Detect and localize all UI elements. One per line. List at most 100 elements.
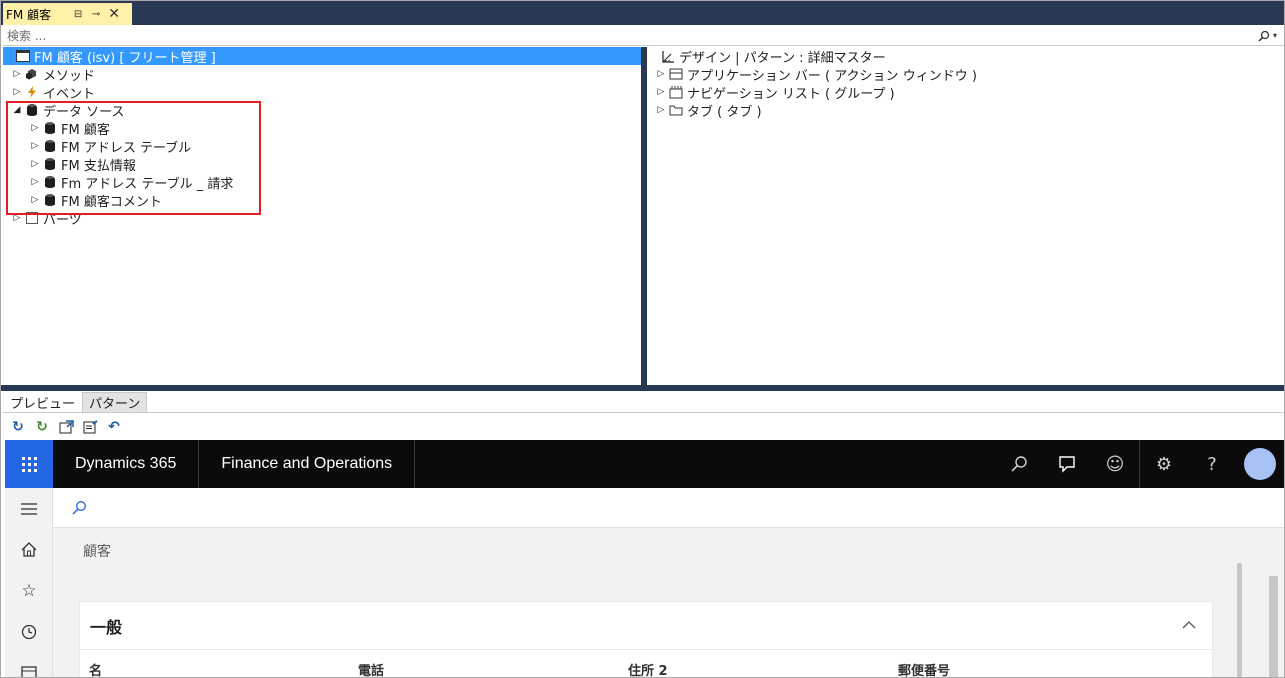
document-tab[interactable]: FM 顧客 ⊟ ⊸ ✕ — [3, 3, 132, 25]
collapse-icon[interactable]: ◢ — [11, 105, 23, 115]
expand-icon[interactable]: ▷ — [29, 159, 41, 169]
fasttab-title: 一般 — [90, 617, 123, 637]
tree-node-methods[interactable]: ▷ メソッド — [3, 65, 96, 84]
tree-node-parts[interactable]: ▷ パーツ — [3, 209, 82, 228]
expand-icon[interactable]: ▷ — [29, 195, 41, 205]
tab-preview[interactable]: プレビュー — [3, 392, 83, 412]
expand-icon[interactable]: ▷ — [655, 87, 667, 97]
autohide-icon[interactable]: ⊸ — [89, 9, 103, 20]
expand-icon[interactable]: ▷ — [11, 69, 23, 79]
avatar[interactable] — [1244, 448, 1276, 480]
tree-node-label: FM 顧客コメント — [61, 194, 162, 210]
parts-icon — [23, 211, 41, 225]
document-tab-title: FM 顧客 — [6, 7, 52, 22]
form-icon — [14, 49, 32, 63]
tree-root-design[interactable]: デザイン | パターン : 詳細マスター — [647, 47, 886, 66]
tree-root-label: FM 顧客 (isv) [ フリート管理 ] — [34, 50, 216, 66]
expand-icon[interactable]: ▷ — [11, 87, 23, 97]
refresh-green-icon[interactable]: ↻ — [33, 418, 51, 436]
pin-icon[interactable]: ⊟ — [71, 9, 85, 20]
field-label-phone: 電話 — [358, 664, 385, 678]
designer-window: FM 顧客 ⊟ ⊸ ✕ ▾ FM 顧客 (isv) [ フリート管理 ] ▷ メ… — [0, 0, 1285, 678]
fasttab-header[interactable]: 一般 — [80, 602, 1212, 650]
tree-node-label: FM 支払情報 — [61, 158, 136, 174]
open-window-icon[interactable] — [57, 418, 75, 436]
undo-icon[interactable]: ↶ — [105, 418, 123, 436]
star-icon[interactable]: ☆ — [5, 570, 53, 611]
database-icon — [41, 139, 59, 153]
tree-node-datasource[interactable]: ▷ FM 顧客コメント — [3, 191, 162, 210]
tree-node-datasource[interactable]: ▷ FM アドレス テーブル — [3, 137, 191, 156]
expand-icon[interactable]: ▷ — [655, 69, 667, 79]
module-title[interactable]: Finance and Operations — [199, 440, 416, 488]
action-pane-icon — [667, 67, 685, 81]
tree-node-action-pane[interactable]: ▷ アプリケーション バー ( アクション ウィンドウ ) — [647, 65, 977, 84]
d365-page: ☆ 顧客 一般 名 電話 住所 2 郵便番号 — [5, 488, 1284, 678]
folder-icon — [667, 103, 685, 117]
help-icon[interactable]: ? — [1188, 440, 1236, 488]
tab-pattern[interactable]: パターン — [82, 392, 148, 412]
tree-node-label: ナビゲーション リスト ( グループ ) — [687, 86, 895, 102]
chevron-up-icon[interactable] — [1182, 618, 1196, 633]
field-label-name: 名 — [89, 664, 103, 678]
document-tab-strip: FM 顧客 ⊟ ⊸ ✕ — [1, 1, 1284, 25]
lightning-icon — [23, 85, 41, 99]
methods-icon — [23, 67, 41, 81]
tree-node-datasource[interactable]: ▷ FM 支払情報 — [3, 155, 136, 174]
tree-root-label: デザイン | パターン : 詳細マスター — [679, 50, 886, 66]
chat-icon[interactable] — [1043, 440, 1091, 488]
preview-toolbar: ↻ ↻ ↶ — [3, 415, 1284, 439]
design-icon — [659, 49, 677, 63]
form-element-tree: FM 顧客 (isv) [ フリート管理 ] ▷ メソッド ▷ イベント ◢ デ… — [3, 47, 641, 385]
gear-icon[interactable]: ⚙ — [1140, 440, 1188, 488]
tree-search-input[interactable] — [3, 26, 1258, 45]
tree-node-label: FM 顧客 — [61, 122, 110, 138]
d365-left-nav: ☆ — [5, 488, 53, 677]
workspace-icon[interactable] — [5, 652, 53, 677]
tree-node-label: データ ソース — [43, 104, 125, 120]
scrollbar[interactable] — [1237, 563, 1242, 677]
database-icon — [23, 103, 41, 117]
search-icon[interactable]: ▾ — [1258, 30, 1284, 42]
expand-icon[interactable]: ▷ — [11, 213, 23, 223]
tree-node-events[interactable]: ▷ イベント — [3, 83, 95, 102]
smiley-icon[interactable]: ☺ — [1091, 440, 1139, 488]
field-label-address2: 住所 2 — [628, 664, 668, 678]
expand-icon[interactable]: ▷ — [29, 141, 41, 151]
database-icon — [41, 121, 59, 135]
hamburger-icon[interactable] — [5, 488, 53, 529]
expand-icon[interactable]: ▷ — [655, 105, 667, 115]
tree-node-label: メソッド — [43, 68, 96, 84]
database-icon — [41, 175, 59, 189]
tree-node-label: アプリケーション バー ( アクション ウィンドウ ) — [687, 68, 977, 84]
home-icon[interactable] — [5, 529, 53, 570]
search-icon[interactable] — [71, 500, 87, 516]
scrollbar[interactable] — [1269, 576, 1278, 677]
close-icon[interactable]: ✕ — [107, 6, 121, 22]
tree-node-tab[interactable]: ▷ タブ ( タブ ) — [647, 101, 762, 120]
tree-node-label: タブ ( タブ ) — [687, 104, 762, 120]
expand-icon[interactable]: ▷ — [29, 123, 41, 133]
fasttab-general: 一般 名 電話 住所 2 郵便番号 — [79, 601, 1213, 678]
page-search-bar[interactable] — [53, 488, 1284, 528]
tree-node-navigation-list[interactable]: ▷ ナビゲーション リスト ( グループ ) — [647, 83, 895, 102]
tree-root-form[interactable]: FM 顧客 (isv) [ フリート管理 ] — [3, 47, 641, 66]
brand-title[interactable]: Dynamics 365 — [53, 440, 200, 488]
database-icon — [41, 157, 59, 171]
export-icon[interactable] — [81, 418, 99, 436]
tree-node-datasource[interactable]: ▷ FM 顧客 — [3, 119, 110, 138]
search-icon[interactable] — [995, 440, 1043, 488]
tree-node-data-sources[interactable]: ◢ データ ソース — [3, 101, 125, 120]
horizontal-splitter[interactable] — [1, 385, 1284, 391]
refresh-icon[interactable]: ↻ — [9, 418, 27, 436]
expand-icon[interactable]: ▷ — [29, 177, 41, 187]
field-label-postal-code: 郵便番号 — [898, 664, 951, 678]
tree-search-bar: ▾ — [3, 26, 1284, 46]
database-icon — [41, 193, 59, 207]
navigation-list-icon — [667, 85, 685, 99]
design-tree: デザイン | パターン : 詳細マスター ▷ アプリケーション バー ( アクシ… — [647, 47, 1284, 385]
clock-icon[interactable] — [5, 611, 53, 652]
page-title: 顧客 — [83, 544, 111, 560]
app-launcher-icon[interactable] — [5, 440, 53, 488]
tree-node-datasource[interactable]: ▷ Fm アドレス テーブル _ 請求 — [3, 173, 233, 192]
